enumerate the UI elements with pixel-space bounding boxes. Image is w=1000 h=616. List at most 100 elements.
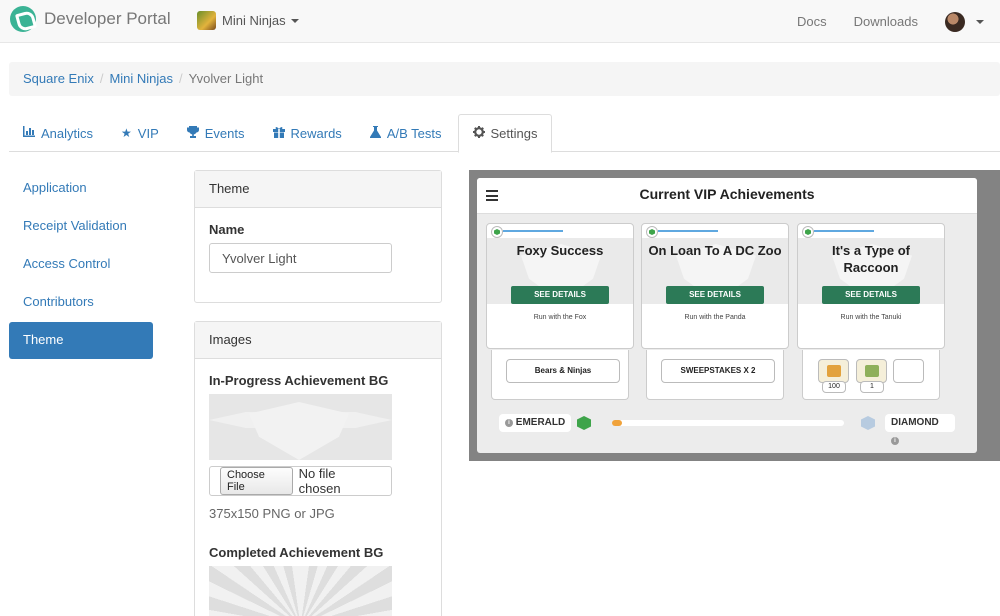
breadcrumb: Square Enix / Mini Ninjas / Yvolver Ligh… bbox=[9, 62, 1000, 96]
sidebar-item-access-control[interactable]: Access Control bbox=[9, 246, 153, 283]
reward-count: 1 bbox=[860, 381, 884, 393]
emerald-gem-icon bbox=[646, 226, 658, 238]
tier-progress-track bbox=[612, 420, 844, 426]
settings-side-nav: Application Receipt Validation Access Co… bbox=[9, 170, 153, 360]
tab-analytics[interactable]: Analytics bbox=[9, 114, 107, 152]
achievement-title: It's a Type of Raccoon bbox=[832, 243, 910, 275]
tab-events[interactable]: Events bbox=[173, 114, 259, 152]
tab-rewards[interactable]: Rewards bbox=[259, 114, 356, 152]
achievement-reward-box: SWEEPSTAKES X 2 bbox=[646, 350, 784, 400]
trophy-icon bbox=[186, 125, 199, 141]
achievement-card: Foxy Success SEE DETAILS Run with the Fo… bbox=[486, 223, 634, 349]
chevron-down-icon[interactable] bbox=[976, 19, 984, 24]
theme-panel-heading: Theme bbox=[195, 171, 441, 208]
achievement-description: Run with the Panda bbox=[684, 314, 746, 321]
app-selector-dropdown[interactable]: Mini Ninjas bbox=[197, 11, 299, 30]
vip-preview-screen: Current VIP Achievements Foxy Success SE… bbox=[477, 178, 977, 453]
in-progress-bg-label: In-Progress Achievement BG bbox=[209, 373, 389, 388]
tier-progress: i EMERALD DIAMOND i bbox=[499, 414, 955, 445]
sidebar-item-contributors[interactable]: Contributors bbox=[9, 284, 153, 321]
reward-item bbox=[818, 359, 849, 383]
choose-file-button[interactable]: Choose File bbox=[220, 467, 293, 495]
brand-link[interactable]: Developer Portal bbox=[10, 6, 171, 32]
bar-chart-icon bbox=[23, 126, 35, 140]
tab-ab-tests[interactable]: A/B Tests bbox=[356, 114, 456, 152]
preview-header: Current VIP Achievements bbox=[477, 178, 977, 214]
tab-vip[interactable]: ★ VIP bbox=[107, 114, 173, 152]
reward-count: 100 bbox=[822, 381, 846, 393]
tab-label: Rewards bbox=[290, 125, 342, 141]
tab-settings[interactable]: Settings bbox=[457, 114, 553, 153]
docs-link[interactable]: Docs bbox=[797, 14, 827, 29]
section-tabs: Analytics ★ VIP Events Rewards A/B Tests… bbox=[9, 114, 1000, 153]
emerald-gem-icon bbox=[491, 226, 503, 238]
see-details-button[interactable]: SEE DETAILS bbox=[666, 286, 764, 304]
reward-label: Bears & Ninjas bbox=[506, 359, 620, 383]
achievement-title: Foxy Success bbox=[516, 243, 604, 258]
emerald-gem-icon bbox=[802, 226, 814, 238]
empty-reward-slot bbox=[893, 359, 924, 383]
achievement-description: Run with the Fox bbox=[533, 314, 587, 321]
brand-logo-icon bbox=[10, 6, 36, 32]
diamond-gem-icon bbox=[861, 416, 875, 430]
images-panel-heading: Images bbox=[195, 322, 441, 359]
tab-label: A/B Tests bbox=[386, 125, 442, 141]
chevron-down-icon bbox=[290, 18, 299, 23]
achievement-reward-box: Bears & Ninjas bbox=[491, 350, 629, 400]
tab-label: Settings bbox=[490, 126, 538, 141]
tab-label: Events bbox=[204, 125, 245, 141]
breadcrumb-separator: / bbox=[99, 71, 104, 86]
gift-icon bbox=[272, 126, 285, 141]
reward-item bbox=[856, 359, 887, 383]
gear-icon bbox=[472, 126, 485, 141]
theme-name-input[interactable] bbox=[209, 243, 392, 273]
completed-bg-label: Completed Achievement BG bbox=[209, 545, 384, 560]
brand-title: Developer Portal bbox=[44, 9, 171, 28]
flask-icon bbox=[369, 125, 381, 141]
images-panel: Images In-Progress Achievement BG Choose… bbox=[194, 321, 442, 616]
app-thumbnail-icon bbox=[197, 11, 216, 30]
next-tier-label: DIAMOND bbox=[891, 417, 939, 428]
achievement-description: Run with the Tanuki bbox=[840, 314, 902, 321]
breadcrumb-link-publisher[interactable]: Square Enix bbox=[23, 71, 94, 87]
top-navbar: Developer Portal Mini Ninjas Docs Downlo… bbox=[0, 0, 1000, 43]
see-details-button[interactable]: SEE DETAILS bbox=[822, 286, 920, 304]
next-tier-badge: DIAMOND i bbox=[885, 414, 955, 445]
image-size-help-text: 375x150 PNG or JPG bbox=[209, 506, 335, 521]
file-status-text: No file chosen bbox=[298, 466, 341, 496]
downloads-link[interactable]: Downloads bbox=[854, 14, 918, 29]
user-avatar[interactable] bbox=[945, 11, 965, 32]
tier-progress-fill bbox=[612, 420, 622, 426]
emerald-gem-icon bbox=[577, 416, 591, 430]
info-icon[interactable]: i bbox=[505, 419, 513, 427]
app-selector-label: Mini Ninjas bbox=[222, 13, 286, 28]
breadcrumb-link-app[interactable]: Mini Ninjas bbox=[109, 71, 173, 87]
in-progress-bg-file-input[interactable]: Choose File No file chosen bbox=[209, 466, 392, 496]
sidebar-item-receipt-validation[interactable]: Receipt Validation bbox=[9, 208, 153, 245]
achievement-reward-box: 100 1 bbox=[802, 350, 940, 400]
breadcrumb-separator: / bbox=[179, 71, 183, 86]
completed-bg-preview-image bbox=[209, 566, 392, 616]
item-reward-icon bbox=[865, 365, 879, 377]
achievement-progress-bar bbox=[814, 230, 874, 232]
coin-reward-icon bbox=[827, 365, 841, 377]
achievement-card: It's a Type of Raccoon SEE DETAILS Run w… bbox=[797, 223, 945, 349]
sidebar-item-theme[interactable]: Theme bbox=[9, 322, 153, 359]
sidebar-item-application[interactable]: Application bbox=[9, 170, 153, 207]
tab-label: Analytics bbox=[41, 125, 94, 141]
theme-panel: Theme Name bbox=[194, 170, 442, 303]
theme-preview-frame: Current VIP Achievements Foxy Success SE… bbox=[469, 170, 1000, 461]
star-icon: ★ bbox=[121, 126, 132, 140]
breadcrumb-current: Yvolver Light bbox=[188, 71, 264, 86]
reward-label: SWEEPSTAKES X 2 bbox=[661, 359, 775, 383]
tab-label: VIP bbox=[137, 125, 159, 141]
see-details-button[interactable]: SEE DETAILS bbox=[511, 286, 609, 304]
current-tier-badge: i EMERALD bbox=[499, 414, 572, 432]
achievement-progress-bar bbox=[503, 230, 563, 232]
preview-title: Current VIP Achievements bbox=[639, 186, 815, 202]
info-icon[interactable]: i bbox=[891, 437, 899, 445]
achievement-title: On Loan To A DC Zoo bbox=[648, 243, 782, 258]
achievement-card: On Loan To A DC Zoo SEE DETAILS Run with… bbox=[641, 223, 789, 349]
current-tier-label: EMERALD bbox=[515, 417, 566, 428]
achievement-progress-bar bbox=[658, 230, 718, 232]
